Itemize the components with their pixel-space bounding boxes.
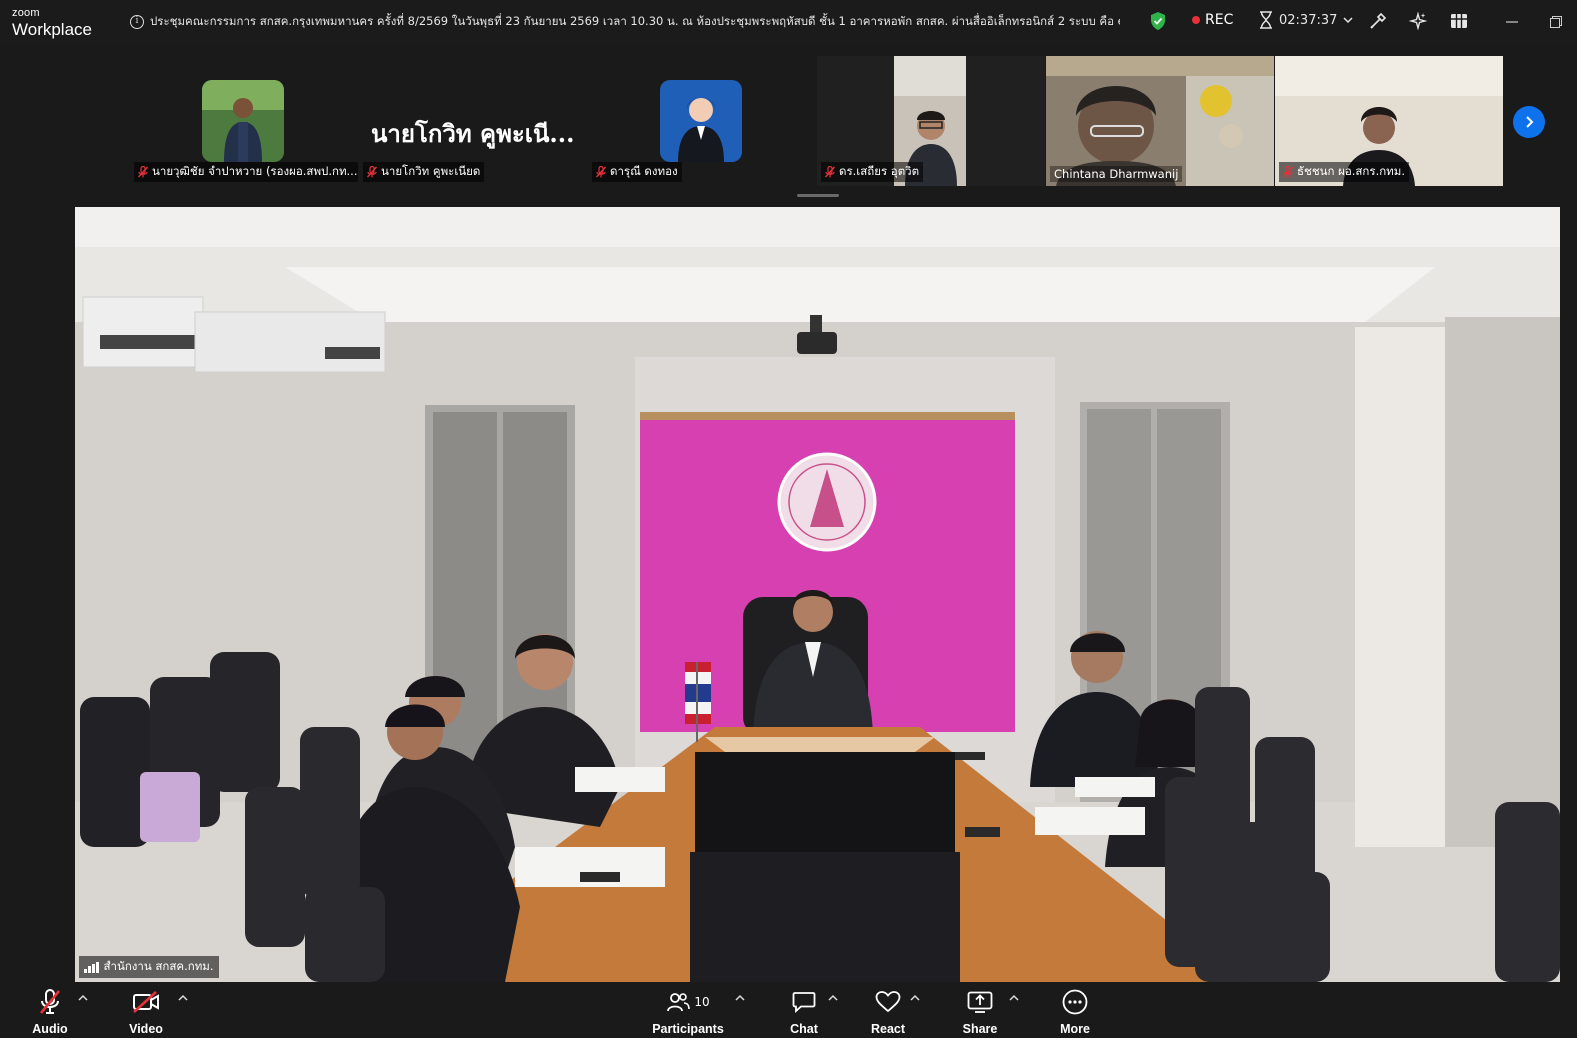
meeting-info[interactable]: i ประชุมคณะกรรมการ สกสค.กรุงเทพมหานคร คร… [130, 12, 1120, 32]
chevron-up-icon [828, 994, 838, 1001]
annotate-icon[interactable] [1368, 11, 1388, 31]
participant-name: ดารุณี ดงทอง [592, 162, 682, 182]
heart-icon [875, 991, 901, 1013]
share-options-caret[interactable] [1009, 994, 1021, 1006]
more-icon [1062, 989, 1088, 1015]
chevron-up-icon [735, 994, 745, 1001]
participants-count: 10 [694, 995, 710, 1009]
participants-button[interactable]: 10 Participants [652, 988, 724, 1036]
react-options-caret[interactable] [910, 994, 922, 1006]
connection-signal-icon [84, 961, 99, 973]
meeting-controls: Audio Video 10 Participants Chat React S… [0, 984, 1577, 1038]
active-speaker-video[interactable]: สำนักงาน สกสค.กทม. [75, 207, 1560, 982]
participant-tile[interactable]: นายโกวิท คูพะเนี... นายโกวิท คูพะเนียด [359, 56, 587, 186]
restore-icon[interactable] [1546, 12, 1566, 32]
meeting-room-scene [75, 207, 1560, 982]
chevron-right-icon [1526, 116, 1534, 128]
participant-strip: นายวุฒิชัย จำปาหวาย (รองผอ.สพป.กท... นาย… [0, 44, 1577, 204]
mic-muted-icon [367, 166, 377, 178]
chevron-up-icon [1009, 994, 1019, 1001]
participant-avatar [202, 80, 284, 162]
chat-button[interactable]: Chat [784, 988, 824, 1036]
participant-tile[interactable]: ดร.เสถียร อุตวิต [817, 56, 1045, 186]
hourglass-icon [1260, 11, 1272, 29]
chevron-up-icon [178, 994, 188, 1001]
video-off-icon [133, 991, 159, 1013]
record-dot-icon [1192, 16, 1200, 24]
participant-name: ดร.เสถียร อุตวิต [821, 162, 924, 182]
view-layout-icon[interactable] [1449, 11, 1469, 31]
recording-indicator[interactable]: REC [1192, 12, 1233, 28]
video-options-caret[interactable] [178, 994, 190, 1006]
elapsed-time: 02:37:37 [1279, 12, 1338, 28]
audio-button[interactable]: Audio [30, 988, 70, 1036]
participants-icon [667, 993, 691, 1012]
participant-name: ธัชชนก ผอ.สกร.กทม. [1279, 162, 1410, 182]
brand-top: zoom [12, 7, 40, 19]
mic-muted-icon [825, 166, 835, 178]
participant-tile[interactable]: นายวุฒิชัย จำปาหวาย (รองผอ.สพป.กท... [130, 56, 358, 186]
meeting-timer[interactable]: 02:37:37 [1259, 11, 1353, 29]
participant-name: นายวุฒิชัย จำปาหวาย (รองผอ.สพป.กท... [134, 162, 358, 182]
rec-label: REC [1205, 12, 1234, 28]
chat-options-caret[interactable] [828, 994, 840, 1006]
title-bar: zoom Workplace i ประชุมคณะกรรมการ สกสค.ก… [0, 0, 1577, 44]
react-button[interactable]: React [868, 988, 908, 1036]
zoom-logo: zoom Workplace [12, 7, 92, 39]
mic-muted-icon [39, 989, 61, 1014]
strip-resize-handle[interactable] [797, 194, 839, 197]
chat-icon [792, 992, 816, 1013]
chevron-down-icon[interactable] [1343, 16, 1353, 24]
chevron-up-icon [910, 994, 920, 1001]
audio-options-caret[interactable] [78, 994, 90, 1006]
participants-options-caret[interactable] [735, 994, 747, 1006]
mic-muted-icon [138, 166, 148, 178]
mic-muted-icon [1283, 166, 1293, 178]
participant-name: Chintana Dharmwanij [1050, 166, 1183, 182]
participant-avatar [660, 80, 742, 162]
video-button[interactable]: Video [125, 988, 167, 1036]
speaker-name-label: สำนักงาน สกสค.กทม. [79, 956, 219, 978]
minimize-icon[interactable] [1502, 12, 1522, 32]
participant-tile[interactable]: ดารุณี ดงทอง [588, 56, 816, 186]
participant-name: นายโกวิท คูพะเนียด [363, 162, 485, 182]
info-icon[interactable]: i [130, 15, 144, 29]
shield-icon[interactable] [1150, 12, 1166, 30]
next-page-button[interactable] [1513, 106, 1545, 138]
participant-name-placeholder: นายโกวิท คูพะเนี... [371, 119, 575, 148]
participant-tile[interactable]: Chintana Dharmwanij [1046, 56, 1274, 186]
more-button[interactable]: More [1055, 988, 1095, 1036]
ai-companion-icon[interactable] [1408, 11, 1428, 31]
participant-tile[interactable]: ธัชชนก ผอ.สกร.กทม. [1275, 56, 1503, 186]
mic-muted-icon [596, 166, 606, 178]
meeting-title: ประชุมคณะกรรมการ สกสค.กรุงเทพมหานคร ครั้… [150, 14, 1120, 28]
share-button[interactable]: Share [960, 988, 1000, 1036]
share-screen-icon [967, 991, 993, 1013]
chevron-up-icon [78, 994, 88, 1001]
brand-bottom: Workplace [12, 20, 92, 39]
